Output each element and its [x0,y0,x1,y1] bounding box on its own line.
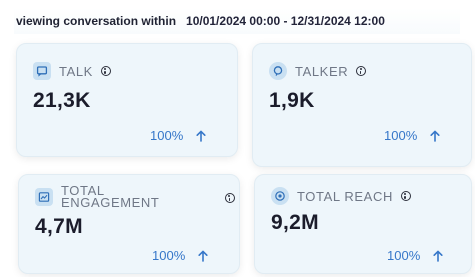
metric-value-talk: 21,3K [33,89,91,112]
trend-total-engagement: 100% [152,248,209,263]
date-range-header: viewing conversation within 10/01/2024 0… [14,8,460,34]
metric-value-total-reach: 9,2M [271,211,319,234]
metric-card-total-engagement: TOTAL ENGAGEMENT 4,7M 100% [18,174,240,274]
metric-card-talk: TALK 21,3K 100% [16,43,238,157]
arrow-up-icon [429,130,441,142]
info-icon[interactable] [225,193,235,203]
trend-total-reach: 100% [387,248,444,263]
metric-card-talker: TALKER 1,9K 100% [252,43,472,167]
metric-value-talker: 1,9K [269,89,315,112]
metric-card-total-reach: TOTAL REACH 9,2M 100% [254,174,472,274]
metric-value-total-engagement: 4,7M [35,215,83,238]
trend-percent: 100% [384,128,418,143]
reach-target-icon [271,187,289,205]
arrow-up-icon [432,250,444,262]
arrow-up-icon [197,250,209,262]
arrow-up-icon [195,130,207,142]
trend-percent: 100% [387,248,421,263]
card-title-talk: TALK [59,63,93,79]
date-range-value: 10/01/2024 00:00 - 12/31/2024 12:00 [186,14,385,28]
engagement-chart-icon [35,188,53,206]
card-title-talker: TALKER [295,63,349,79]
info-icon[interactable] [400,191,411,201]
trend-percent: 100% [150,128,184,143]
info-icon[interactable] [356,66,367,76]
trend-talk: 100% [150,128,207,143]
info-icon[interactable] [100,66,111,76]
chat-square-icon [33,62,51,80]
header-label: viewing conversation within [16,14,177,28]
person-bubble-icon [269,62,287,80]
trend-percent: 100% [152,248,186,263]
card-title-total-engagement: TOTAL ENGAGEMENT [61,183,160,210]
trend-talker: 100% [384,128,441,143]
card-title-total-reach: TOTAL REACH [297,188,393,204]
